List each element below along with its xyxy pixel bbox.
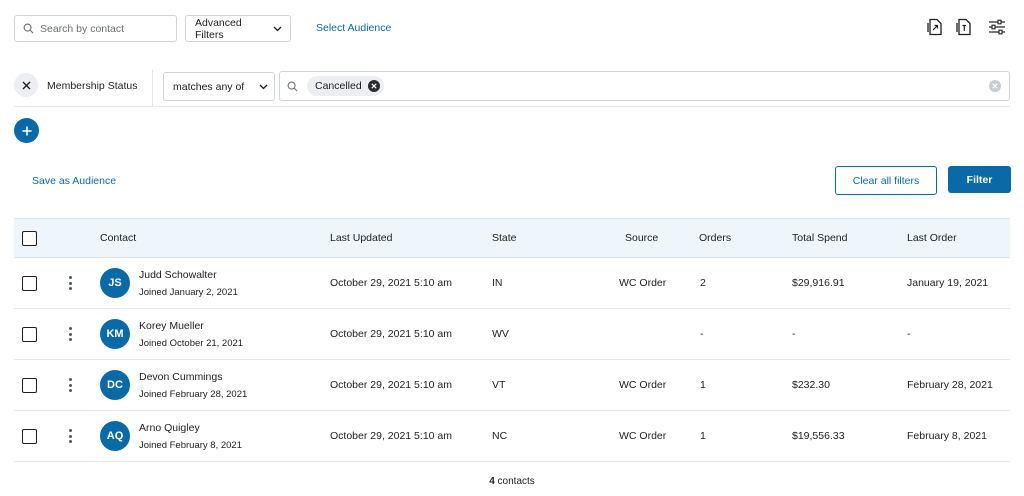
contact-joined: Joined January 2, 2021 bbox=[139, 286, 238, 298]
cell-orders: - bbox=[700, 328, 704, 340]
header-source[interactable]: Source bbox=[625, 219, 658, 257]
table-row[interactable]: AQ Arno Quigley Joined February 8, 2021 … bbox=[14, 411, 1010, 462]
contact-joined: Joined October 21, 2021 bbox=[139, 337, 244, 349]
header-last-updated[interactable]: Last Updated bbox=[330, 219, 392, 257]
contacts-count: 4 contacts bbox=[0, 476, 1024, 487]
cell-last-order: - bbox=[907, 328, 911, 340]
remove-filter-button[interactable] bbox=[14, 73, 38, 97]
close-icon bbox=[22, 81, 30, 89]
filter-field-label: Membership Status bbox=[47, 80, 138, 92]
row-actions-icon[interactable] bbox=[69, 327, 72, 341]
contact-name[interactable]: Korey Mueller bbox=[139, 320, 243, 332]
cell-total-spend: $232.30 bbox=[792, 379, 830, 391]
header-state[interactable]: State bbox=[492, 219, 517, 257]
header-orders[interactable]: Orders bbox=[699, 219, 731, 257]
header-last-order[interactable]: Last Order bbox=[907, 219, 957, 257]
contact-name[interactable]: Arno Quigley bbox=[139, 422, 242, 434]
add-filter-button[interactable] bbox=[14, 118, 39, 143]
clear-input-icon[interactable] bbox=[989, 80, 1001, 92]
avatar: DC bbox=[100, 370, 130, 400]
row-checkbox[interactable] bbox=[22, 275, 37, 291]
contact-name[interactable]: Judd Schowalter bbox=[139, 269, 238, 281]
select-all-cell bbox=[22, 219, 37, 257]
cell-last-order: February 28, 2021 bbox=[907, 379, 993, 391]
select-audience-link[interactable]: Select Audience bbox=[316, 22, 391, 34]
cell-source: WC Order bbox=[619, 379, 667, 391]
avatar: JS bbox=[100, 268, 130, 298]
filter-button[interactable]: Filter bbox=[948, 166, 1011, 193]
remove-chip-icon[interactable] bbox=[367, 80, 380, 92]
contacts-table: Contact Last Updated State Source Orders… bbox=[14, 218, 1010, 462]
chevron-down-icon bbox=[259, 84, 268, 89]
filter-value-input[interactable]: Cancelled bbox=[279, 71, 1010, 101]
avatar: KM bbox=[100, 319, 130, 349]
avatar: AQ bbox=[100, 421, 130, 451]
cell-last-updated: October 29, 2021 5:10 am bbox=[330, 430, 452, 442]
import-icon[interactable] bbox=[953, 17, 973, 37]
cell-last-order: February 8, 2021 bbox=[907, 430, 987, 442]
row-actions-icon[interactable] bbox=[69, 276, 72, 290]
advanced-filters-label: Advanced Filters bbox=[195, 16, 242, 41]
filter-operator-value: matches any of bbox=[173, 80, 245, 93]
cell-orders: 2 bbox=[700, 277, 706, 289]
cell-state: IN bbox=[492, 277, 503, 289]
table-row[interactable]: DC Devon Cummings Joined February 28, 20… bbox=[14, 360, 1010, 411]
cell-state: VT bbox=[492, 379, 506, 391]
filter-divider bbox=[152, 70, 153, 107]
cell-last-order: January 19, 2021 bbox=[907, 277, 989, 289]
chevron-down-icon bbox=[273, 26, 282, 31]
search-icon bbox=[23, 23, 34, 34]
contact-name[interactable]: Devon Cummings bbox=[139, 371, 247, 383]
table-row[interactable]: JS Judd Schowalter Joined January 2, 202… bbox=[14, 258, 1010, 309]
filter-operator-select[interactable]: matches any of bbox=[163, 72, 275, 101]
table-header: Contact Last Updated State Source Orders… bbox=[14, 218, 1010, 258]
save-as-audience-link[interactable]: Save as Audience bbox=[32, 175, 116, 187]
contact-joined: Joined February 8, 2021 bbox=[139, 439, 242, 451]
header-contact[interactable]: Contact bbox=[100, 219, 136, 257]
cell-source: WC Order bbox=[619, 277, 667, 289]
cell-total-spend: - bbox=[792, 328, 796, 340]
contact-joined: Joined February 28, 2021 bbox=[139, 388, 248, 400]
filter-chip-label: Cancelled bbox=[315, 80, 362, 92]
plus-icon bbox=[22, 126, 31, 135]
select-all-checkbox[interactable] bbox=[22, 230, 37, 246]
table-row[interactable]: KM Korey Mueller Joined October 21, 2021… bbox=[14, 309, 1010, 360]
contacts-count-number: 4 bbox=[489, 476, 495, 487]
row-actions-icon[interactable] bbox=[69, 429, 72, 443]
search-input[interactable] bbox=[40, 22, 160, 35]
cell-source: WC Order bbox=[619, 430, 667, 442]
cell-last-updated: October 29, 2021 5:10 am bbox=[330, 379, 452, 391]
settings-sliders-icon[interactable] bbox=[987, 17, 1007, 37]
export-icon[interactable] bbox=[924, 17, 944, 37]
cell-last-updated: October 29, 2021 5:10 am bbox=[330, 328, 452, 340]
search-icon bbox=[287, 81, 298, 91]
cell-orders: 1 bbox=[700, 379, 706, 391]
filter-row-divider bbox=[14, 106, 1010, 107]
filter-chip: Cancelled bbox=[307, 76, 384, 96]
cell-total-spend: $29,916.91 bbox=[792, 277, 845, 289]
cell-total-spend: $19,556.33 bbox=[792, 430, 845, 442]
cell-state: NC bbox=[492, 430, 508, 442]
contacts-count-label: contacts bbox=[497, 476, 535, 487]
row-checkbox[interactable] bbox=[22, 326, 37, 342]
search-field[interactable] bbox=[14, 15, 177, 42]
cell-last-updated: October 29, 2021 5:10 am bbox=[330, 277, 452, 289]
row-actions-icon[interactable] bbox=[69, 378, 72, 392]
header-total-spend[interactable]: Total Spend bbox=[792, 219, 847, 257]
row-checkbox[interactable] bbox=[22, 377, 37, 393]
cell-state: WV bbox=[492, 328, 509, 340]
advanced-filters-dropdown[interactable]: Advanced Filters bbox=[185, 15, 291, 42]
row-checkbox[interactable] bbox=[22, 428, 37, 444]
cell-orders: 1 bbox=[700, 430, 706, 442]
clear-all-filters-button[interactable]: Clear all filters bbox=[835, 166, 937, 195]
